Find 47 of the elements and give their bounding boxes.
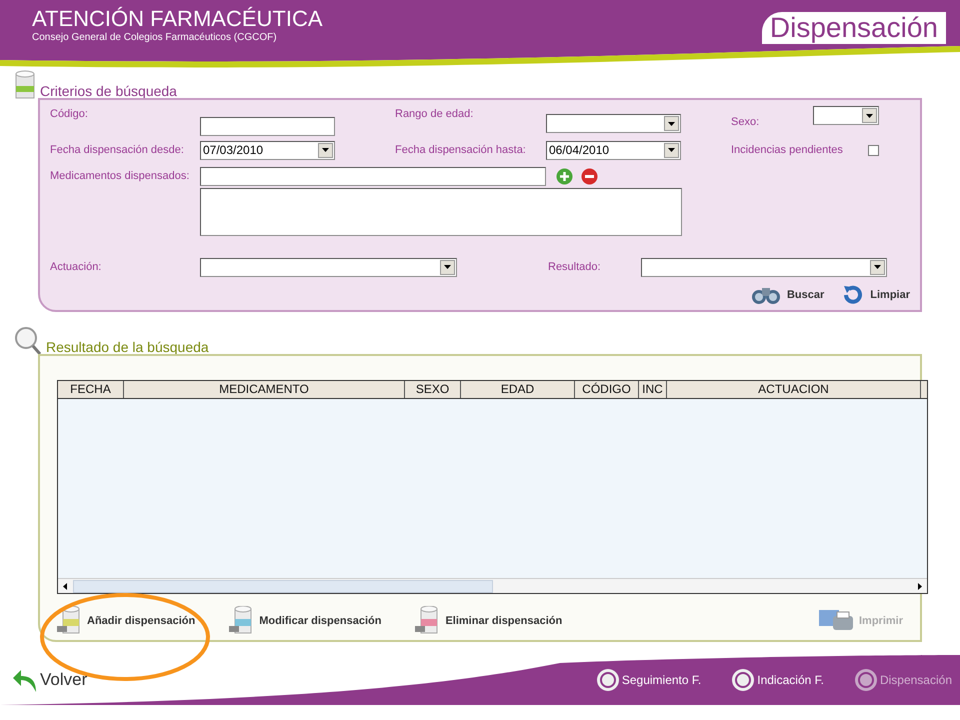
dropdown-field[interactable] [200, 258, 457, 276]
dropdown-field[interactable] [813, 106, 879, 125]
medication-list[interactable] [200, 188, 682, 236]
checkbox[interactable] [868, 144, 879, 156]
column-header[interactable]: SEXO [405, 381, 461, 398]
field-label: Actuación: [50, 260, 102, 275]
add-icon[interactable] [556, 168, 573, 184]
field-label: Fecha dispensación hasta: [395, 142, 527, 158]
text-field[interactable] [200, 116, 335, 136]
section-legend: Criterios de búsqueda [40, 82, 177, 100]
remove-icon[interactable] [581, 168, 598, 184]
dropdown-field[interactable] [641, 258, 887, 276]
field-label: Medicamentos dispensados: [50, 168, 190, 184]
dropdown-field[interactable]: 07/03/2010 [200, 140, 335, 160]
app-title: ATENCIÓN FARMACÉUTICA [32, 6, 323, 32]
column-header[interactable]: EDAD [461, 381, 575, 398]
app-subtitle: Consejo General de Colegios Farmacéuticos (CGCOF) [32, 32, 278, 44]
nav-button[interactable]: Indicación F. [731, 668, 824, 692]
dropdown-field[interactable]: 06/04/2010 [546, 140, 681, 160]
refresh-icon [842, 284, 864, 306]
column-header[interactable]: CÓDIGO [575, 381, 639, 398]
edit-button[interactable]: Modificar dispensación [229, 606, 382, 636]
field-label: Código: [50, 107, 89, 122]
circle-logo-icon [731, 668, 756, 692]
horizontal-scrollbar[interactable] [58, 578, 927, 593]
dropdown-field[interactable] [546, 114, 681, 133]
search-button[interactable]: Buscar [750, 284, 824, 306]
column-header[interactable]: FECHA [58, 381, 124, 398]
circle-logo-icon [596, 668, 620, 692]
delete-button[interactable]: Eliminar dispensación [415, 606, 562, 636]
text-field[interactable] [200, 166, 546, 186]
field-label: Rango de edad: [395, 107, 474, 122]
column-header[interactable]: INC [639, 381, 667, 398]
nav-button[interactable]: Seguimiento F. [596, 668, 702, 692]
clear-button[interactable]: Limpiar [842, 284, 910, 306]
field-label: Resultado: [548, 260, 602, 275]
field-label: Fecha dispensación desde: [50, 142, 185, 158]
column-header[interactable]: MEDICAMENTO [124, 381, 405, 398]
section-legend: Resultado de la búsqueda [46, 338, 209, 356]
database-icon [14, 70, 36, 100]
circle-logo-icon [854, 668, 878, 692]
page-title: Dispensación [762, 12, 946, 44]
back-button[interactable]: Volver [12, 666, 88, 694]
binoculars-icon [750, 285, 781, 305]
field-label: Sexo: [731, 115, 760, 130]
column-header[interactable]: ACTUACION [667, 381, 921, 398]
field-label: Incidencias pendientes [731, 142, 844, 158]
